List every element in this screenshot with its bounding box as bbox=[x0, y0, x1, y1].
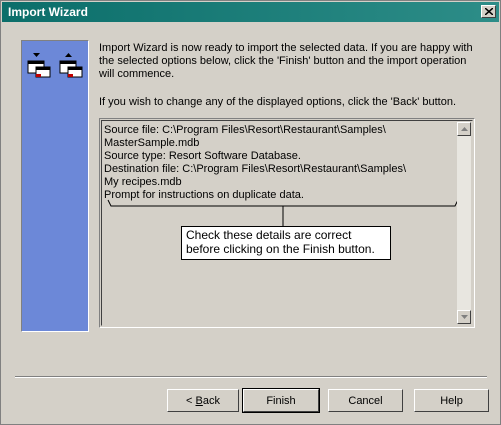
back-prefix: < bbox=[186, 394, 196, 407]
title-bar[interactable]: Import Wizard bbox=[2, 2, 499, 22]
arrow-down-icon bbox=[461, 315, 468, 319]
scroll-down-button[interactable] bbox=[457, 310, 471, 324]
help-button[interactable]: Help bbox=[414, 389, 489, 412]
import-icon bbox=[27, 53, 51, 78]
back-instructions-text: If you wish to change any of the display… bbox=[99, 96, 457, 108]
detail-line: Source file: C:\Program Files\Resort\Res… bbox=[104, 124, 386, 136]
callout-line-1: Check these details are correct bbox=[186, 228, 352, 242]
close-icon bbox=[485, 8, 493, 15]
finish-button[interactable]: Finish bbox=[242, 388, 320, 413]
details-text: Source file: C:\Program Files\Resort\Res… bbox=[104, 124, 406, 202]
detail-line: Destination file: C:\Program Files\Resor… bbox=[104, 163, 407, 175]
window-title: Import Wizard bbox=[8, 5, 88, 19]
detail-line: Source type: Resort Software Database. bbox=[104, 150, 301, 162]
arrow-up-icon bbox=[461, 127, 468, 131]
detail-line: My recipes.mdb bbox=[104, 176, 182, 188]
back-mnemonic: B bbox=[195, 394, 203, 407]
import-wizard-window: Import Wizard Import Wizard is now ready… bbox=[0, 0, 501, 425]
export-icon bbox=[59, 53, 83, 78]
detail-line: MasterSample.mdb bbox=[104, 137, 200, 149]
callout-note: Check these details are correct before c… bbox=[181, 226, 391, 260]
details-inner: Source file: C:\Program Files\Resort\Res… bbox=[101, 120, 473, 326]
footer-separator bbox=[15, 376, 487, 378]
back-button[interactable]: < Back bbox=[167, 389, 239, 412]
wizard-side-panel bbox=[21, 40, 89, 332]
back-label: ack bbox=[202, 394, 220, 407]
intro-text: Import Wizard is now ready to import the… bbox=[99, 42, 473, 80]
callout-line-2: before clicking on the Finish button. bbox=[186, 242, 375, 256]
vertical-scrollbar[interactable] bbox=[457, 122, 471, 324]
close-button[interactable] bbox=[481, 5, 496, 18]
cancel-button[interactable]: Cancel bbox=[328, 389, 403, 412]
import-details-box[interactable]: Source file: C:\Program Files\Resort\Res… bbox=[99, 118, 475, 328]
scroll-up-button[interactable] bbox=[457, 122, 471, 136]
